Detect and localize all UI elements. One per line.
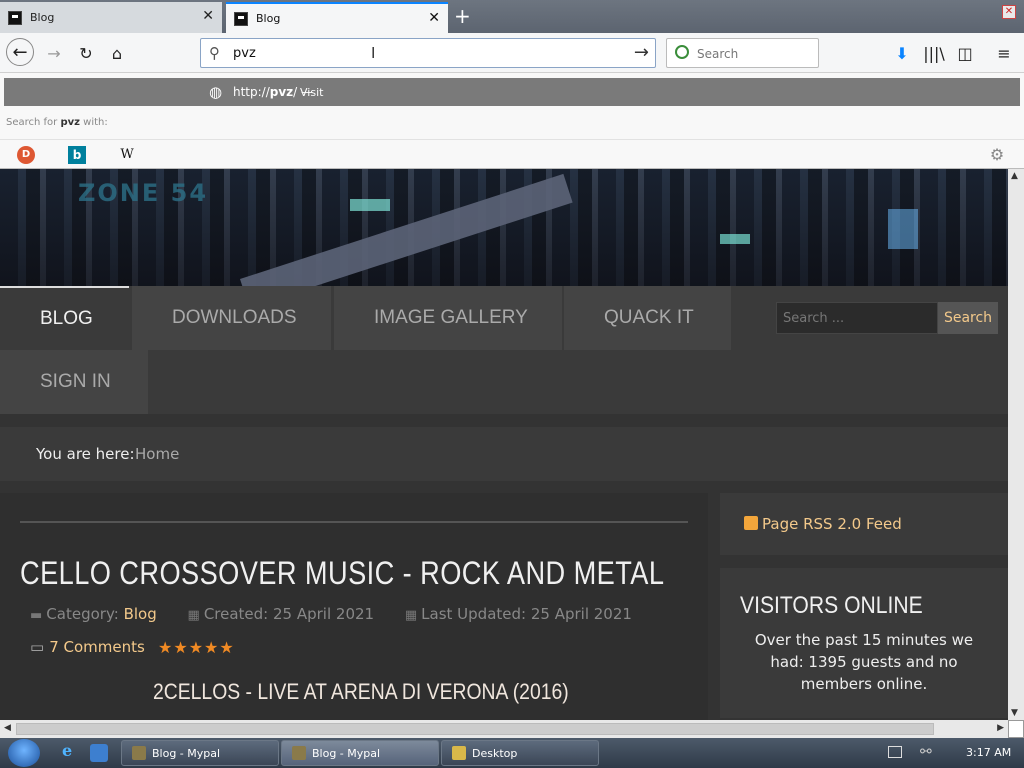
network-tray-icon[interactable]: ⚯ [920, 744, 932, 760]
text-cursor-icon: I [371, 44, 376, 62]
one-off-search-engines: D b W ⚙ [0, 139, 1024, 169]
reload-button[interactable]: ↻ [74, 41, 98, 65]
bing-icon[interactable]: b [68, 146, 86, 164]
star-icon[interactable]: ★ [204, 638, 219, 657]
scroll-right-icon[interactable]: ▶ [997, 723, 1004, 733]
browser-search-box[interactable]: Search [666, 38, 819, 68]
scroll-down-icon[interactable]: ▼ [1011, 708, 1018, 718]
rss-icon [744, 516, 758, 530]
new-tab-button[interactable]: + [454, 6, 471, 26]
sidebar: Page RSS 2.0 Feed VISITORS ONLINE Over t… [720, 493, 1008, 720]
keyboard-tray-icon[interactable] [888, 746, 902, 758]
duckduckgo-icon[interactable]: D [17, 146, 35, 164]
search-engine-icon [675, 45, 689, 59]
menu-item-blog[interactable]: BLOG [0, 286, 129, 350]
close-icon[interactable]: ✕ [202, 9, 214, 23]
globe-icon: ◍ [209, 83, 223, 101]
article-meta: ▬ Category: Blog ▦ Created: 25 April 2021 … [30, 605, 632, 623]
visit-label: Visit [300, 86, 324, 99]
horizontal-scrollbar[interactable]: ◀ ▶ [0, 720, 1008, 738]
internet-explorer-icon[interactable]: e [62, 741, 80, 760]
site-favicon-icon [234, 11, 248, 26]
calendar-icon: ▦ [187, 608, 200, 623]
site-menu: BLOG DOWNLOADS IMAGE GALLERY QUACK IT SI… [0, 286, 1008, 414]
comment-icon: ▭ [30, 638, 45, 656]
article-title[interactable]: CELLO CROSSOVER MUSIC - ROCK AND METAL [20, 555, 664, 592]
menu-item-quack-it[interactable]: QUACK IT [564, 286, 731, 350]
taskbar-item-blog-1[interactable]: Blog - Mypal [121, 740, 279, 766]
address-bar[interactable]: ⚲ pvz I → [200, 38, 656, 68]
folder-icon: ▬ [30, 608, 43, 623]
menu-item-sign-in[interactable]: SIGN IN [0, 350, 148, 414]
search-settings-gear-icon[interactable]: ⚙ [988, 146, 1006, 164]
search-with-label: Search for pvz with: [6, 117, 108, 128]
visitors-online-module: VISITORS ONLINE Over the past 15 minutes… [720, 568, 1008, 718]
search-icon: ⚲ [209, 44, 220, 62]
home-button[interactable]: ⌂ [105, 41, 129, 65]
wikipedia-icon[interactable]: W [118, 146, 136, 164]
star-icon[interactable]: ★ [219, 638, 234, 657]
vertical-scrollbar[interactable]: ▲ ▼ [1008, 169, 1024, 720]
file-explorer-icon[interactable] [90, 744, 108, 762]
site-logo: ZONE 54 [78, 179, 209, 207]
tab-title: Blog [256, 12, 281, 25]
tab-bar: Blog ✕ Blog ✕ + ✕ [0, 0, 1024, 33]
category-link[interactable]: Blog [124, 605, 157, 623]
clock[interactable]: 3:17 AM [966, 746, 1011, 759]
breadcrumb-label: You are here: [36, 445, 135, 463]
visit-suggestion[interactable]: ◍ http://pvz/ — Visit [4, 78, 1020, 106]
tab-blog-2[interactable]: Blog ✕ [226, 2, 448, 33]
breadcrumb-home-link[interactable]: Home [135, 445, 179, 463]
comments-link[interactable]: ▭ 7 Comments [30, 638, 145, 656]
navigation-toolbar: ← → ↻ ⌂ ⚲ pvz I → Search ⬇ |||\ ◫ ≡ [0, 33, 1024, 73]
downloads-button[interactable]: ⬇ [890, 41, 914, 65]
menu-item-image-gallery[interactable]: IMAGE GALLERY [334, 286, 562, 350]
scroll-left-icon[interactable]: ◀ [4, 723, 11, 733]
start-button[interactable] [8, 739, 40, 767]
folder-icon [452, 746, 466, 760]
article-subtitle: 2CELLOS - LIVE AT ARENA DI VERONA (2016) [153, 679, 569, 704]
scrollbar-thumb[interactable] [16, 723, 934, 735]
star-icon[interactable]: ★ [173, 638, 188, 657]
tab-blog-1[interactable]: Blog ✕ [0, 2, 222, 33]
breadcrumb: You are here: Home [0, 427, 1008, 481]
web-page: ZONE 54 BLOG DOWNLOADS IMAGE GALLERY QUA… [0, 169, 1008, 720]
library-button[interactable]: |||\ [922, 41, 946, 65]
taskbar: e Blog - Mypal Blog - Mypal Desktop ⚯ 3:… [0, 738, 1024, 768]
updated-date: Last Updated: 25 April 2021 [421, 605, 632, 623]
scrollbar-corner [1008, 720, 1024, 738]
close-icon[interactable]: ✕ [428, 11, 440, 25]
calendar-icon: ▦ [404, 608, 418, 623]
forward-button[interactable]: → [42, 41, 66, 65]
address-input-value[interactable]: pvz [233, 46, 256, 61]
site-favicon-icon [8, 10, 22, 25]
taskbar-item-desktop[interactable]: Desktop [441, 740, 599, 766]
visitors-text: Over the past 15 minutes we had: 1395 gu… [754, 631, 974, 693]
search-placeholder: Search [697, 47, 739, 61]
taskbar-item-blog-2[interactable]: Blog - Mypal [281, 740, 439, 766]
tab-title: Blog [30, 11, 55, 24]
mypal-icon [132, 746, 146, 760]
created-date: Created: 25 April 2021 [203, 605, 375, 623]
back-button[interactable]: ← [6, 38, 34, 66]
divider [20, 521, 688, 523]
site-search-input[interactable]: Search ... [776, 302, 938, 334]
mypal-icon [292, 746, 306, 760]
go-arrow-button[interactable]: → [634, 42, 649, 63]
menu-button[interactable]: ≡ [992, 41, 1016, 65]
sidebar-toggle-button[interactable]: ◫ [953, 41, 977, 65]
site-banner-image: ZONE 54 [0, 169, 1008, 308]
star-icon[interactable]: ★ [189, 638, 204, 657]
article: CELLO CROSSOVER MUSIC - ROCK AND METAL ▬… [0, 493, 708, 720]
rss-feed-link[interactable]: Page RSS 2.0 Feed [720, 493, 1008, 555]
window-close-button[interactable]: ✕ [1002, 5, 1016, 19]
address-autocomplete-popup: ◍ http://pvz/ — Visit Search for pvz wit… [0, 73, 1024, 169]
scroll-up-icon[interactable]: ▲ [1011, 171, 1018, 181]
menu-item-downloads[interactable]: DOWNLOADS [132, 286, 331, 350]
visitors-title: VISITORS ONLINE [740, 592, 923, 619]
star-icon[interactable]: ★ [158, 638, 173, 657]
site-search-button[interactable]: Search [938, 302, 998, 334]
rating-stars: ★★★★★ [158, 638, 235, 657]
